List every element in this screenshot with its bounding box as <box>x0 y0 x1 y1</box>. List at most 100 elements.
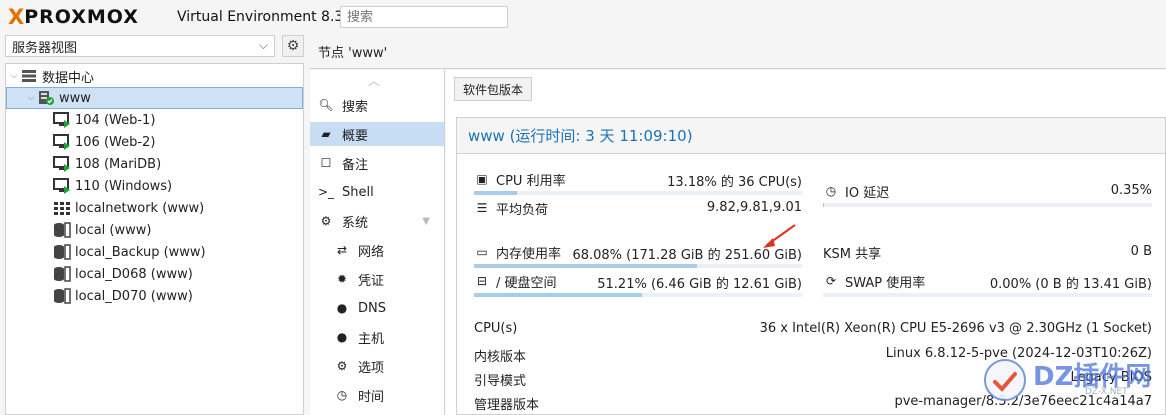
certificate-icon: ✹ <box>336 272 348 286</box>
tree-label: local_D070 (www) <box>75 288 193 304</box>
stat-label: 平均负荷 <box>496 202 549 218</box>
search-icon: 🔍︎ <box>318 98 334 112</box>
nav-item-network[interactable]: ⇄ 网络 <box>310 238 444 262</box>
node-nav: ︿ 🔍︎ 搜索 ▰ 概要 ☐ 备注 >_ Shell ⚙ 系统 ▼ ⇄ 网络 ✹… <box>310 70 445 415</box>
io-delay-stat: ◷ IO 延迟 0.35% <box>823 182 1152 201</box>
tree-label: www <box>59 90 91 106</box>
tree-item-vm-108[interactable]: 108 (MariDB) <box>6 153 303 175</box>
datacenter-icon <box>20 68 38 84</box>
clock-icon: ◷ <box>336 388 348 402</box>
tree-item-vm-106[interactable]: 106 (Web-2) <box>6 131 303 153</box>
note-icon: ☐ <box>320 156 332 170</box>
collapse-toggle-icon[interactable]: ⌵ <box>25 93 37 103</box>
tree-item-vm-104[interactable]: 104 (Web-1) <box>6 109 303 131</box>
memory-usage-stat: ▭ 内存使用率 68.08% (171.28 GiB 的 251.60 GiB) <box>474 243 802 263</box>
storage-icon <box>53 288 71 304</box>
disk-usage-bar <box>474 293 802 297</box>
nav-item-search[interactable]: 🔍︎ 搜索 <box>310 93 444 117</box>
nav-label: 时间 <box>358 389 385 405</box>
stat-label: 内存使用率 <box>496 246 562 262</box>
stat-label: IO 延迟 <box>845 185 890 201</box>
tree-item-storage-d070[interactable]: local_D070 (www) <box>6 285 303 307</box>
nav-item-dns[interactable]: ● DNS <box>310 296 444 320</box>
io-delay-fill <box>823 203 825 207</box>
cpu-usage-bar <box>474 191 802 195</box>
tree-label: local_Backup (www) <box>75 244 206 260</box>
gear-icon: ⚙ <box>286 38 300 54</box>
nav-item-time[interactable]: ◷ 时间 <box>310 383 444 407</box>
dz-logo-icon <box>984 359 1026 401</box>
stat-label: SWAP 使用率 <box>845 275 926 291</box>
info-label-cpus: CPU(s) <box>474 321 518 336</box>
nav-label: Shell <box>342 184 374 200</box>
dz-watermark: DZ插件网 DZ-X.NET <box>975 350 1166 410</box>
nav-item-hosts[interactable]: ● 主机 <box>310 325 444 349</box>
tree-item-datacenter[interactable]: ⌵ 数据中心 <box>6 65 303 87</box>
tree-item-node-www[interactable]: ⌵ www <box>6 87 303 109</box>
cpu-usage-fill <box>474 191 518 195</box>
refresh-icon: ⟳ <box>825 274 837 288</box>
tree-item-storage-local[interactable]: local (www) <box>6 219 303 241</box>
version-label: Virtual Environment 8.3.2 <box>177 9 357 25</box>
info-label-manager: 管理器版本 <box>474 398 540 413</box>
nav-item-certificates[interactable]: ✹ 凭证 <box>310 267 444 291</box>
info-value-cpus: 36 x Intel(R) Xeon(R) CPU E5-2696 v3 @ 2… <box>759 321 1152 336</box>
view-selector-value: 服务器视图 <box>12 40 78 56</box>
vm-running-icon <box>53 178 71 194</box>
info-label-kernel: 内核版本 <box>474 350 527 365</box>
tree-label: 104 (Web-1) <box>75 112 156 128</box>
disk-usage-fill <box>474 293 642 297</box>
memory-icon: ▭ <box>476 245 488 259</box>
nav-item-system[interactable]: ⚙ 系统 ▼ <box>310 209 444 233</box>
nav-item-shell[interactable]: >_ Shell <box>310 180 444 204</box>
nav-label: 系统 <box>342 215 369 231</box>
nav-label: 网络 <box>358 244 385 260</box>
io-delay-bar <box>823 203 1152 207</box>
collapse-toggle-icon[interactable]: ⌵ <box>8 71 20 81</box>
swap-usage-stat: ⟳ SWAP 使用率 0.00% (0 B 的 13.41 GiB) <box>823 272 1152 292</box>
scroll-up-icon[interactable]: ︿ <box>368 72 380 89</box>
chevron-down-icon: ⌵ <box>258 38 268 52</box>
nav-label: 主机 <box>358 331 385 347</box>
nav-label: DNS <box>358 300 386 316</box>
stat-value: 0 B <box>1130 244 1152 259</box>
nav-item-summary[interactable]: ▰ 概要 <box>310 122 444 146</box>
tree-item-vm-110[interactable]: 110 (Windows) <box>6 175 303 197</box>
nav-label: 搜索 <box>342 99 369 115</box>
cpu-icon: ▣ <box>476 172 488 186</box>
tree-label: 106 (Web-2) <box>75 134 156 150</box>
red-arrow-annotation <box>763 224 796 248</box>
hdd-icon: ⊟ <box>476 274 488 288</box>
tree-item-storage-backup[interactable]: local_Backup (www) <box>6 241 303 263</box>
storage-icon <box>53 244 71 260</box>
nav-label: 备注 <box>342 157 369 173</box>
watermark-url: DZ-X.NET <box>1085 387 1128 397</box>
logo-x: X <box>8 5 24 29</box>
stat-value: 51.21% (6.46 GiB 的 12.61 GiB) <box>597 277 802 292</box>
nav-item-notes[interactable]: ☐ 备注 <box>310 151 444 175</box>
tree-item-storage-d068[interactable]: local_D068 (www) <box>6 263 303 285</box>
tree-label: 110 (Windows) <box>75 178 173 194</box>
load-average-stat: ☰ 平均负荷 9.82,9.81,9.01 <box>474 199 802 218</box>
stat-value: 9.82,9.81,9.01 <box>706 200 802 215</box>
stat-label: / 硬盘空间 <box>496 275 557 291</box>
tree-label: 数据中心 <box>42 70 95 86</box>
stat-label: CPU 利用率 <box>496 173 566 189</box>
memory-usage-bar <box>474 264 802 268</box>
tasks-icon: ☰ <box>476 201 488 215</box>
nav-item-options[interactable]: ⚙ 选项 <box>310 354 444 378</box>
terminal-icon: >_ <box>318 185 335 199</box>
tree-label: 108 (MariDB) <box>75 156 162 172</box>
sdn-grid-icon <box>53 200 71 216</box>
tree-item-sdn[interactable]: localnetwork (www) <box>6 197 303 219</box>
view-selector[interactable]: 服务器视图 ⌵ <box>5 35 275 57</box>
global-search-input[interactable] <box>340 6 508 28</box>
view-settings-button[interactable]: ⚙ <box>282 35 304 57</box>
nav-label: 选项 <box>358 360 385 376</box>
storage-icon <box>53 222 71 238</box>
tree-label: localnetwork (www) <box>75 200 205 216</box>
node-title: 节点 'www' <box>318 46 388 61</box>
package-versions-button[interactable]: 软件包版本 <box>454 77 533 101</box>
tree-label: local_D068 (www) <box>75 266 193 282</box>
chevron-down-icon: ▼ <box>422 215 430 227</box>
